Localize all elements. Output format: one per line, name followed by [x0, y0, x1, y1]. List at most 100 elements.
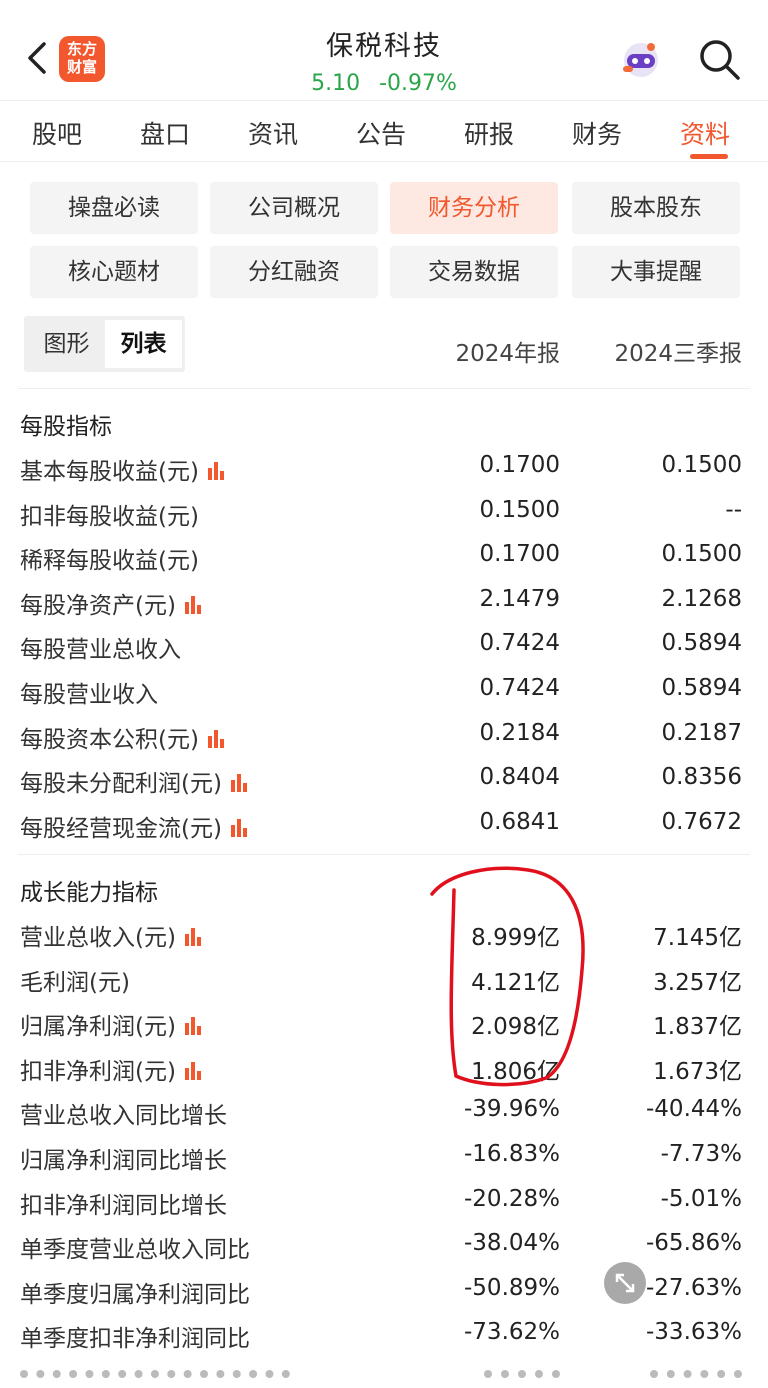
divider [18, 388, 750, 389]
bar-chart-icon[interactable] [230, 818, 250, 837]
value-period-1: 0.7424 [479, 630, 560, 657]
value-period-1: 2.1479 [479, 585, 560, 612]
stock-price: 5.10 [311, 71, 361, 96]
toggle-chart[interactable]: 图形 [28, 320, 105, 368]
row-label-text: 每股资本公积(元) [20, 726, 199, 753]
row-label-text: 营业总收入同比增长 [20, 1103, 227, 1130]
row-label-text: 单季度归属净利润同比 [20, 1281, 250, 1308]
value-period-2: -27.63% [646, 1274, 742, 1301]
search-icon[interactable] [696, 36, 742, 82]
sub-button-shareholders[interactable]: 股本股东 [572, 182, 740, 234]
row-label: 单季度归属净利润同比 [20, 1275, 250, 1309]
value-period-2: -65.86% [646, 1230, 742, 1257]
row-label: 归属净利润同比增长 [20, 1141, 227, 1175]
row-label-text: 毛利润(元) [20, 969, 130, 996]
value-period-1: -16.83% [464, 1141, 560, 1167]
tab-profile[interactable]: 资料 [680, 115, 730, 151]
row-label: 扣非净利润同比增长 [20, 1186, 227, 1220]
logo-line2: 财富 [66, 58, 97, 76]
value-period-2: 0.5894 [661, 630, 742, 657]
value-period-1: 0.8404 [479, 764, 560, 791]
value-period-2: -7.73% [660, 1141, 742, 1167]
row-label: 每股营业总收入 [20, 630, 181, 664]
value-period-1: -38.04% [464, 1230, 560, 1257]
assistant-robot-icon[interactable] [618, 36, 664, 82]
row-label: 单季度扣非净利润同比 [20, 1319, 250, 1353]
row-label-text: 扣非每股收益(元) [20, 503, 199, 530]
sub-button-core-themes[interactable]: 核心题材 [30, 246, 198, 298]
value-period-2: 0.8356 [661, 764, 742, 791]
value-period-2: 3.257亿 [653, 969, 742, 996]
bar-chart-icon[interactable] [184, 595, 204, 614]
row-label: 归属净利润(元) [20, 1007, 204, 1041]
row-label-text: 单季度扣非净利润同比 [20, 1326, 250, 1353]
row-label-text: 营业总收入(元) [20, 925, 176, 951]
row-label: 毛利润(元) [20, 963, 130, 997]
value-period-1: -73.62% [464, 1319, 560, 1346]
expand-arrows-icon [615, 1273, 635, 1293]
row-label-text: 扣非净利润同比增长 [20, 1192, 227, 1219]
row-label: 营业总收入同比增长 [20, 1096, 227, 1130]
stock-title: 保税科技 5.10 -0.97% [234, 24, 534, 96]
value-period-2: -- [725, 496, 742, 523]
value-period-2: 0.7672 [661, 808, 742, 835]
stock-name: 保税科技 [326, 31, 442, 62]
row-label: 单季度营业总收入同比 [20, 1230, 250, 1264]
value-period-1: 0.7424 [479, 675, 560, 701]
value-period-2: 7.145亿 [653, 925, 742, 951]
value-period-2: -33.63% [646, 1319, 742, 1346]
stock-change: -0.97% [379, 71, 457, 96]
bar-chart-icon[interactable] [184, 1017, 204, 1036]
sub-button-dividends[interactable]: 分红融资 [210, 246, 378, 298]
bar-chart-icon[interactable] [207, 462, 227, 480]
section-title-growth: 成长能力指标 [20, 880, 158, 906]
bar-chart-icon[interactable] [184, 1061, 204, 1080]
period-header-2[interactable]: 2024三季报 [614, 334, 742, 368]
row-label: 扣非净利润(元) [20, 1052, 204, 1086]
cutoff-next-row [0, 1362, 768, 1388]
row-label: 每股净资产(元) [20, 586, 204, 620]
value-period-1: -20.28% [464, 1185, 560, 1212]
app-logo[interactable]: 东方 财富 [59, 36, 105, 82]
value-period-2: 0.1500 [661, 541, 742, 568]
top-bar: 东方 财富 保税科技 5.10 -0.97% [0, 0, 768, 100]
toggle-list[interactable]: 列表 [105, 320, 182, 368]
row-label-text: 归属净利润(元) [20, 1014, 176, 1041]
sub-button-trading-data[interactable]: 交易数据 [390, 246, 558, 298]
row-label: 稀释每股收益(元) [20, 541, 199, 575]
value-period-1: -50.89% [464, 1274, 560, 1301]
row-label: 每股营业收入 [20, 675, 158, 709]
sub-button-trading-guide[interactable]: 操盘必读 [30, 182, 198, 234]
divider [18, 854, 750, 855]
tab-research[interactable]: 研报 [464, 115, 514, 151]
row-label-text: 每股净资产(元) [20, 592, 176, 619]
sub-button-company-overview[interactable]: 公司概况 [210, 182, 378, 234]
bar-chart-icon[interactable] [207, 729, 227, 748]
row-label: 每股经营现金流(元) [20, 809, 250, 843]
section-title-per-share: 每股指标 [20, 414, 112, 440]
value-period-2: 0.5894 [661, 675, 742, 701]
row-label: 基本每股收益(元) [20, 452, 227, 486]
red-circle-annotation [430, 866, 585, 1087]
row-label: 每股未分配利润(元) [20, 764, 250, 798]
bar-chart-icon[interactable] [230, 774, 250, 793]
tab-news[interactable]: 资讯 [248, 115, 298, 151]
active-tab-indicator [690, 154, 728, 159]
back-arrow-icon[interactable] [22, 38, 52, 78]
expand-floating-button[interactable] [604, 1262, 646, 1304]
row-label-text: 稀释每股收益(元) [20, 548, 199, 575]
row-label-text: 每股未分配利润(元) [20, 771, 222, 798]
sub-button-events[interactable]: 大事提醒 [572, 246, 740, 298]
value-period-2: 0.1500 [661, 452, 742, 478]
tab-pankou[interactable]: 盘口 [140, 115, 190, 151]
row-label: 营业总收入(元) [20, 918, 204, 952]
tab-guba[interactable]: 股吧 [32, 115, 82, 151]
value-period-2: 1.673亿 [653, 1058, 742, 1085]
bar-chart-icon[interactable] [184, 928, 204, 946]
tab-announcements[interactable]: 公告 [356, 115, 406, 151]
value-period-2: 0.2187 [661, 719, 742, 746]
sub-button-financial-analysis[interactable]: 财务分析 [390, 182, 558, 234]
period-header-1[interactable]: 2024年报 [455, 334, 560, 368]
value-period-2: 2.1268 [661, 585, 742, 612]
tab-finance[interactable]: 财务 [572, 115, 622, 151]
